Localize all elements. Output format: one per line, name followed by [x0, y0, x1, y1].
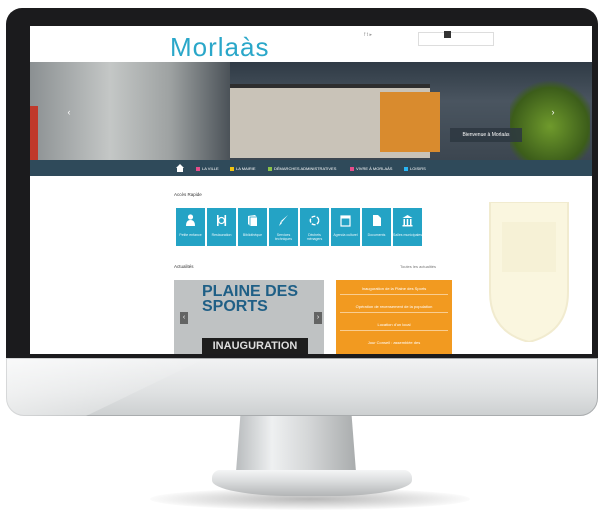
nav-dot: [230, 166, 234, 171]
tile-label: Bibliothèque: [242, 233, 263, 237]
tile-agenda[interactable]: Agenda culturel: [331, 208, 360, 246]
tile-label: Salles municipales: [393, 233, 422, 237]
news-list-item[interactable]: Opération de recensement de la populatio…: [340, 302, 448, 313]
tile-documents[interactable]: Documents: [362, 208, 391, 246]
nav-item-vivre[interactable]: VIVRE À MORLAÀS: [350, 165, 392, 172]
news-list-item[interactable]: Inauguration de la Plaine des Sports: [340, 284, 448, 295]
nav-dot: [268, 166, 272, 171]
news-title: Actualités: [174, 264, 194, 269]
book-icon: [248, 215, 257, 226]
search-input[interactable]: [418, 32, 494, 46]
tile-restauration[interactable]: Restauration: [207, 208, 236, 246]
news-next-arrow[interactable]: ›: [314, 312, 322, 324]
headline-main: SPORTS: [202, 298, 268, 315]
person-icon: [186, 214, 195, 226]
tile-label: Documents: [367, 233, 386, 237]
social-icons[interactable]: f t ▸: [364, 32, 372, 38]
search-button[interactable]: [444, 31, 451, 38]
document-icon: [373, 215, 381, 226]
tile-label: Services techniques: [275, 233, 292, 241]
hero-wall-stone: [30, 62, 230, 160]
calendar-icon: [340, 215, 351, 227]
news-headline: PLAINE DES SPORTS: [202, 284, 298, 315]
tile-petite-enfance[interactable]: Petite enfance: [176, 208, 205, 246]
coat-of-arms-watermark: [489, 202, 569, 342]
monitor-stand-base: [212, 470, 412, 496]
monitor-stand-neck: [236, 410, 356, 472]
tile-bibliotheque[interactable]: Bibliothèque: [238, 208, 267, 246]
tile-label: Agenda culturel: [333, 233, 358, 237]
nav-dot: [404, 166, 408, 171]
hero-tree: [510, 76, 590, 160]
headline-banner: INAUGURATION: [202, 338, 308, 354]
nav-item-demarches[interactable]: DÉMARCHES ADMINISTRATIVES: [268, 165, 336, 172]
nav-item-ville[interactable]: LA VILLE: [196, 165, 219, 172]
hero-prev-arrow[interactable]: ‹: [64, 106, 74, 118]
tile-label: Restauration: [211, 233, 232, 237]
building-icon: [402, 215, 413, 227]
nav-item-mairie[interactable]: LA MAIRIE: [230, 165, 256, 172]
tile-services-techniques[interactable]: Services techniques: [269, 208, 298, 246]
tile-label: Déchets ménagers: [306, 233, 323, 241]
tile-label: Petite enfance: [179, 233, 202, 237]
hero-orange-panel: [380, 92, 440, 152]
news-prev-arrow[interactable]: ‹: [180, 312, 188, 324]
nav-item-loisirs[interactable]: LOISIRS: [404, 165, 426, 172]
quick-access-tiles: Petite enfance Restauration Bibliothèque…: [176, 208, 452, 246]
services-title: Accès Rapide: [174, 192, 202, 197]
tile-salles[interactable]: Salles municipales: [393, 208, 422, 246]
news-list-item[interactable]: Location d'un local: [340, 320, 448, 331]
news-list-item[interactable]: Jour Conseil : assemblée des: [340, 338, 448, 348]
website-screen: Morlaàs f t ▸ ‹ › Bienvenue à Morlaàs LA…: [30, 26, 592, 354]
recycle-icon: [309, 215, 320, 226]
news-all-link[interactable]: Toutes les actualités: [400, 264, 436, 269]
nav-dot: [196, 166, 200, 171]
home-icon[interactable]: [176, 164, 184, 172]
tile-dechets[interactable]: Déchets ménagers: [300, 208, 329, 246]
brush-icon: [279, 215, 288, 226]
nav-dot: [350, 166, 354, 171]
hero-next-arrow[interactable]: ›: [548, 106, 558, 118]
hero-caption[interactable]: Bienvenue à Morlaàs: [450, 128, 522, 142]
cutlery-icon: [217, 215, 227, 226]
site-logo[interactable]: Morlaàs: [170, 32, 269, 63]
